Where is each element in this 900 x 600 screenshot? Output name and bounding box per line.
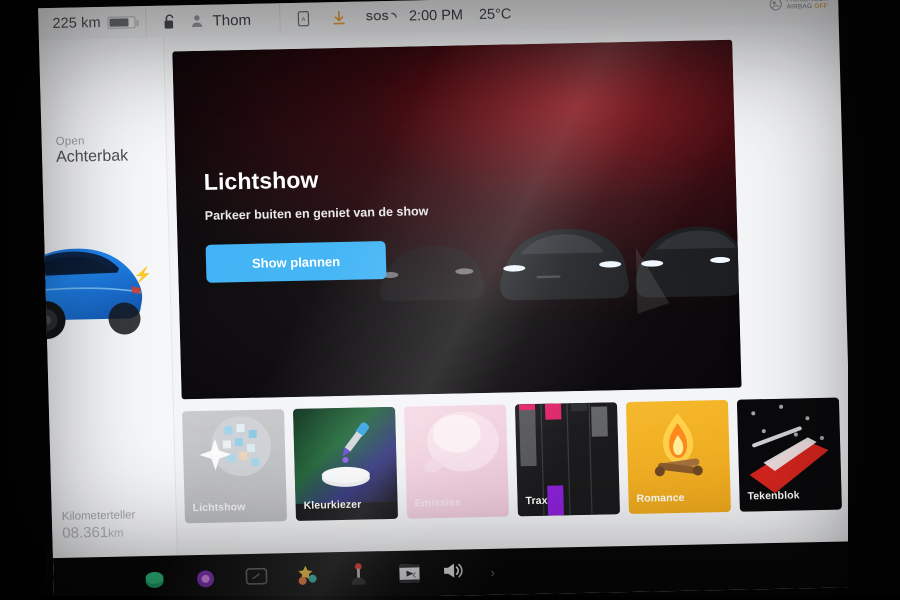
phone-key-icon[interactable]: A — [297, 11, 309, 27]
tile-label: Trax — [525, 494, 548, 508]
battery-icon — [107, 16, 136, 29]
airbag-off-state: OFF — [814, 2, 829, 11]
chevron-right-icon[interactable]: › — [490, 564, 495, 579]
dock-app-list — [53, 561, 422, 594]
status-divider-2 — [278, 4, 281, 35]
hero-text-block: Lichtshow Parkeer buiten en geniet van d… — [203, 164, 430, 283]
toybox-main-area: Lichtshow Parkeer buiten en geniet van d… — [164, 24, 853, 556]
disco-ball-icon — [199, 416, 271, 477]
vehicle-sidebar: Open Achterbak ⚡ Kilometerteller 08.361k… — [38, 37, 180, 600]
software-update-download-icon[interactable] — [332, 10, 345, 25]
airbag-label-line2: AIRBAG OFF — [786, 2, 829, 11]
lightshow-hero-banner[interactable]: Lichtshow Parkeer buiten en geniet van d… — [172, 39, 742, 400]
volume-controls: ‹ › — [412, 560, 495, 585]
airbag-symbol-icon — [769, 0, 783, 10]
unlocked-padlock-icon[interactable] — [163, 13, 176, 29]
photograph-of-car-touchscreen: 225 km Thom A SOS 2:00 PM 25°C AIRBAG OF… — [0, 0, 900, 600]
odometer-value: 08.361km — [62, 523, 124, 542]
campfire-icon — [654, 412, 703, 477]
tile-label: Tekenblok — [747, 489, 800, 503]
passenger-airbag-indicator: PASSENGER AIRBAG OFF — [769, 0, 828, 11]
hero-title: Lichtshow — [203, 166, 319, 195]
profile-name[interactable]: Thom — [212, 11, 251, 29]
trunk-open-value: Achterbak — [55, 147, 129, 166]
dock-app-purple[interactable] — [192, 565, 218, 591]
screen-bezel-right — [848, 0, 900, 600]
screen-bezel-bottom — [0, 596, 900, 600]
tile-trax[interactable]: Trax — [514, 402, 620, 517]
tile-label: Kleurkiezer — [303, 498, 362, 512]
screen-perspective-wrapper: 225 km Thom A SOS 2:00 PM 25°C AIRBAG OF… — [0, 0, 887, 600]
status-divider — [145, 7, 148, 38]
tile-label: Romance — [636, 491, 685, 505]
chevron-left-icon[interactable]: ‹ — [412, 566, 417, 581]
tile-emissies[interactable]: Emissies — [403, 404, 509, 519]
blue-tesla-car-render[interactable] — [38, 226, 161, 349]
tile-romance[interactable]: Romance — [625, 399, 731, 515]
dock-app-arcade[interactable] — [294, 563, 320, 589]
trunk-open-status[interactable]: Open Achterbak — [56, 134, 129, 166]
tile-kleurkiezer[interactable]: Kleurkiezer — [293, 406, 399, 521]
whoopee-cushion-icon — [424, 411, 499, 473]
odometer-unit: km — [108, 527, 124, 540]
charge-bolt-icon[interactable]: ⚡ — [133, 266, 152, 284]
schedule-show-button[interactable]: Show plannen — [205, 241, 387, 283]
clock: 2:00 PM — [408, 7, 464, 25]
trunk-open-label: Open — [55, 135, 85, 148]
odometer-label: Kilometerteller — [61, 509, 136, 523]
sos-label[interactable]: SOS — [366, 11, 389, 23]
dock-app-screen[interactable] — [243, 564, 269, 590]
tile-tekenblok[interactable]: Tekenblok — [736, 397, 842, 512]
range-readout: 225 km — [52, 14, 101, 32]
tile-lichtshow[interactable]: Lichtshow — [182, 409, 288, 524]
hero-subtitle: Parkeer buiten en geniet van de show — [204, 204, 429, 223]
tile-label: Emissies — [414, 496, 462, 510]
tile-label: Lichtshow — [192, 501, 246, 515]
eyedropper-icon — [293, 406, 398, 504]
svg-text:A: A — [301, 17, 305, 23]
odometer: Kilometerteller 08.361km — [62, 509, 136, 542]
outside-temperature[interactable]: 25°C — [479, 6, 512, 23]
sos-signal-icon — [390, 11, 398, 23]
dock-app-joystick[interactable] — [345, 562, 371, 588]
toybox-tile-row: Lichtshow Kleurkiezer Emissies Trax Roma… — [182, 397, 852, 531]
tesla-touchscreen: 225 km Thom A SOS 2:00 PM 25°C AIRBAG OF… — [38, 0, 855, 600]
speaker-icon[interactable] — [442, 561, 465, 584]
person-icon[interactable] — [190, 14, 203, 28]
dock-app-green[interactable] — [141, 566, 167, 592]
